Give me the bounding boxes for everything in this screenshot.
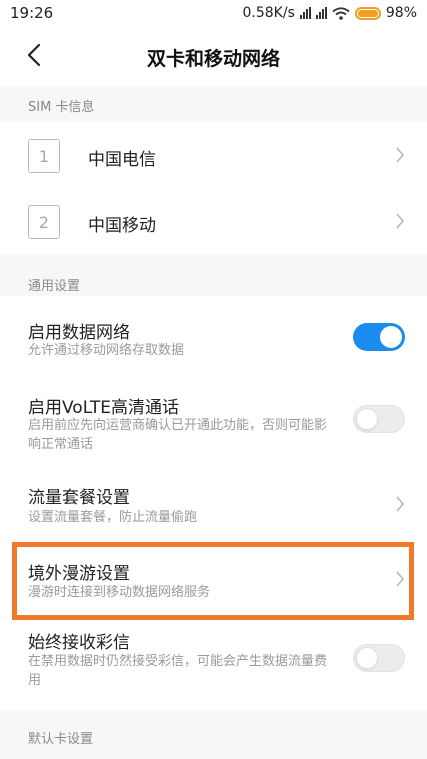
- general-section-header: 通用设置: [0, 254, 427, 296]
- battery-icon: [354, 6, 381, 20]
- sim-section-label: SIM 卡信息: [28, 100, 95, 115]
- setting-data-network[interactable]: 启用数据网络 允许通过移动网络存取数据: [0, 296, 427, 368]
- chevron-right-icon: [396, 496, 405, 512]
- sim-card-icon: 1: [28, 139, 60, 173]
- page-title: 双卡和移动网络: [146, 48, 280, 70]
- setting-title: 启用VoLTE高清通话: [28, 398, 179, 418]
- setting-mms[interactable]: 始终接收彩信 在禁用数据时仍然接受彩信，可能会产生数据流量费用: [0, 622, 427, 710]
- network-speed: 0.58K/s: [242, 5, 295, 21]
- setting-data-plan[interactable]: 流量套餐设置 设置流量套餐，防止流量偷跑: [0, 468, 427, 540]
- default-section-label: 默认卡设置: [28, 732, 94, 747]
- battery-percent: 98%: [385, 5, 417, 21]
- setting-title: 流量套餐设置: [28, 488, 130, 508]
- app-header: 双卡和移动网络: [0, 26, 427, 86]
- general-section-label: 通用设置: [28, 279, 81, 294]
- status-time: 19:26: [10, 4, 54, 22]
- wifi-icon: [332, 6, 350, 20]
- setting-subtitle: 允许通过移动网络存取数据: [28, 343, 185, 358]
- setting-subtitle: 设置流量套餐，防止流量偷跑: [28, 510, 198, 525]
- status-bar: 19:26 0.58K/s 98%: [0, 0, 427, 26]
- chevron-right-icon: [396, 147, 405, 163]
- sim-card-name: 中国电信: [88, 150, 156, 170]
- chevron-right-icon: [396, 213, 405, 229]
- sim-card-1[interactable]: 1 中国电信: [0, 122, 427, 188]
- sim-section-header: SIM 卡信息: [0, 86, 427, 122]
- setting-subtitle: 启用前应先向运营商确认已开通此功能，否则可能影响正常通话: [28, 418, 328, 452]
- highlight-box: [12, 542, 414, 620]
- data-network-toggle[interactable]: [353, 323, 405, 351]
- default-section-header: 默认卡设置: [0, 710, 427, 759]
- sim-card-icon: 2: [28, 205, 60, 239]
- setting-title: 启用数据网络: [28, 323, 130, 343]
- status-indicators: 0.58K/s 98%: [243, 4, 418, 22]
- volte-toggle[interactable]: [353, 405, 405, 433]
- signal-icon-2: [315, 7, 327, 19]
- sim-card-name: 中国移动: [88, 216, 156, 236]
- mms-toggle[interactable]: [353, 644, 405, 672]
- setting-title: 始终接收彩信: [28, 633, 130, 653]
- sim-card-list: 1 中国电信 2 中国移动: [0, 122, 427, 254]
- sim-card-2[interactable]: 2 中国移动: [0, 188, 427, 254]
- general-settings-list: 启用数据网络 允许通过移动网络存取数据 启用VoLTE高清通话 启用前应先向运营…: [0, 296, 427, 710]
- signal-icon: [299, 7, 311, 19]
- setting-volte[interactable]: 启用VoLTE高清通话 启用前应先向运营商确认已开通此功能，否则可能影响正常通话: [0, 380, 427, 466]
- setting-subtitle: 在禁用数据时仍然接受彩信，可能会产生数据流量费用: [28, 654, 328, 688]
